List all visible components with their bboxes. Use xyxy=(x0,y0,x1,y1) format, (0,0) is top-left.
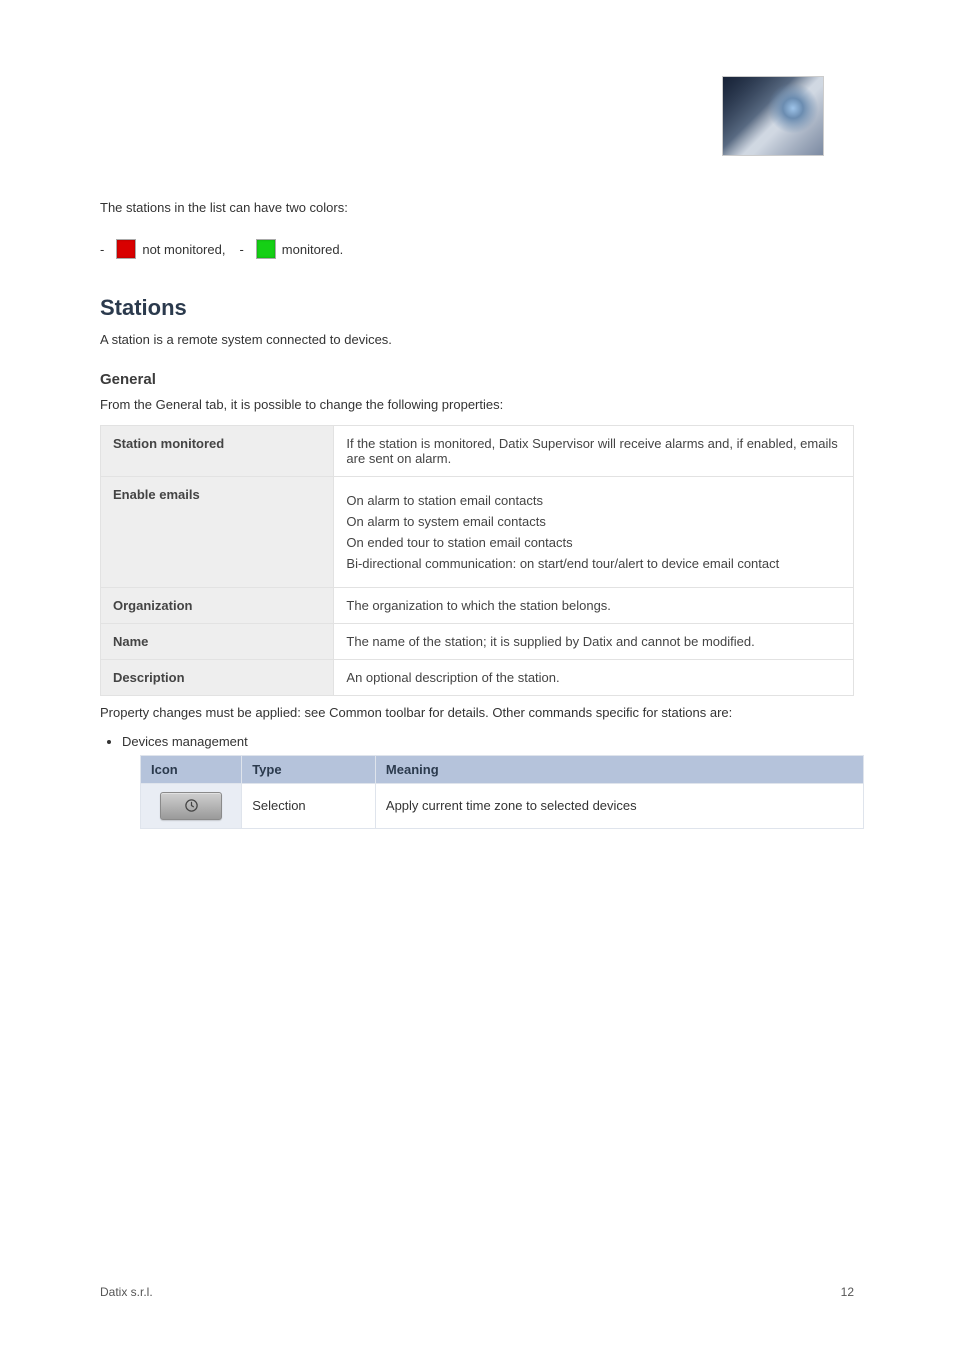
prop-val-item: Bi-directional communication: on start/e… xyxy=(346,556,841,571)
prop-key: Organization xyxy=(101,588,334,624)
intro-text: The stations in the list can have two co… xyxy=(100,200,854,215)
swatch-red-icon xyxy=(116,239,136,259)
prop-val-item: On alarm to system email contacts xyxy=(346,514,841,529)
swatch-green-label: monitored. xyxy=(282,242,343,257)
methods-intro: Property changes must be applied: see Co… xyxy=(100,704,854,722)
prop-val: An optional description of the station. xyxy=(334,660,854,696)
prop-key: Station monitored xyxy=(101,426,334,477)
icon-cell xyxy=(141,783,242,828)
properties-table: Station monitored If the station is moni… xyxy=(100,425,854,696)
legend-dash-2: - xyxy=(239,242,243,257)
table-row: Organization The organization to which t… xyxy=(101,588,854,624)
legend-dash-1: - xyxy=(100,242,104,257)
type-cell: Selection xyxy=(242,783,376,828)
subheading-general: General xyxy=(100,371,854,388)
prop-val: The name of the station; it is supplied … xyxy=(334,624,854,660)
general-intro: From the General tab, it is possible to … xyxy=(100,396,854,414)
apply-timezone-button[interactable] xyxy=(160,792,222,820)
color-legend: - not monitored, - monitored. xyxy=(100,239,854,259)
col-header-meaning: Meaning xyxy=(375,755,863,783)
table-row: Description An optional description of t… xyxy=(101,660,854,696)
document-page: The stations in the list can have two co… xyxy=(0,0,954,1349)
footer-page-number: 12 xyxy=(841,1285,854,1299)
page-footer: Datix s.r.l. 12 xyxy=(100,1285,854,1299)
methods-list: Devices management xyxy=(122,734,854,749)
table-row: Enable emails On alarm to station email … xyxy=(101,477,854,588)
section-opening: A station is a remote system connected t… xyxy=(100,331,854,349)
col-header-type: Type xyxy=(242,755,376,783)
section-title-stations: Stations xyxy=(100,295,854,321)
table-row: Name The name of the station; it is supp… xyxy=(101,624,854,660)
brand-logo-graphic xyxy=(723,77,823,155)
prop-val: If the station is monitored, Datix Super… xyxy=(334,426,854,477)
brand-logo xyxy=(722,76,824,156)
table-header-row: Icon Type Meaning xyxy=(141,755,864,783)
clock-icon xyxy=(184,798,199,813)
swatch-green-icon xyxy=(256,239,276,259)
icons-table: Icon Type Meaning Selection Apply curren… xyxy=(140,755,864,829)
prop-val: On alarm to station email contacts On al… xyxy=(334,477,854,588)
list-item: Devices management xyxy=(122,734,854,749)
meaning-cell: Apply current time zone to selected devi… xyxy=(375,783,863,828)
footer-company: Datix s.r.l. xyxy=(100,1285,153,1299)
prop-key: Name xyxy=(101,624,334,660)
prop-key: Enable emails xyxy=(101,477,334,588)
col-header-icon: Icon xyxy=(141,755,242,783)
table-row: Station monitored If the station is moni… xyxy=(101,426,854,477)
table-row: Selection Apply current time zone to sel… xyxy=(141,783,864,828)
prop-key: Description xyxy=(101,660,334,696)
swatch-red-label: not monitored, xyxy=(142,242,225,257)
prop-val-item: On ended tour to station email contacts xyxy=(346,535,841,550)
prop-val: The organization to which the station be… xyxy=(334,588,854,624)
prop-val-item: On alarm to station email contacts xyxy=(346,493,841,508)
